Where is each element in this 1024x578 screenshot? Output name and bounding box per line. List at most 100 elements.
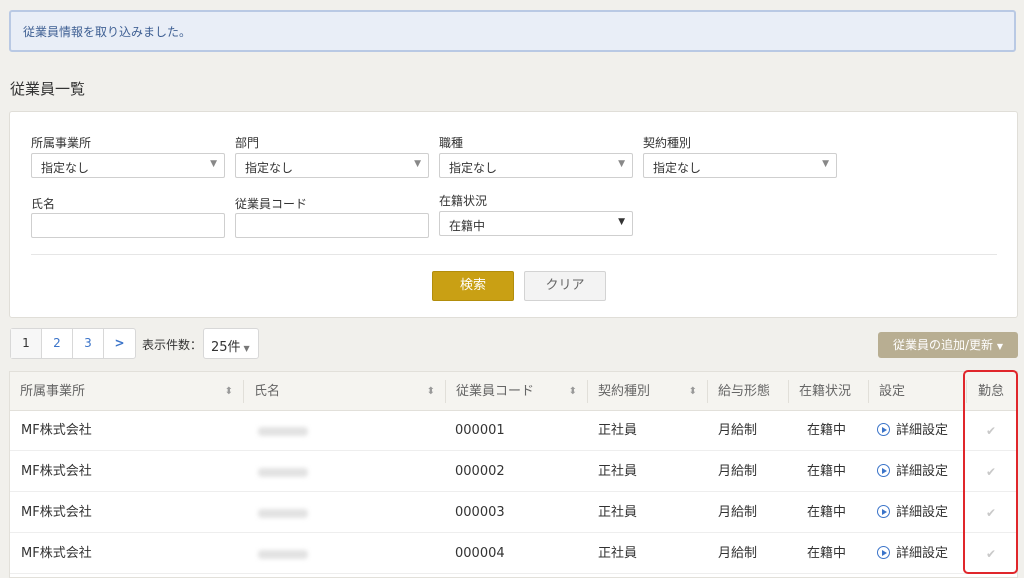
chevron-down-icon: ▼ <box>618 159 625 169</box>
contract-type-select-value: 指定なし <box>653 161 702 175</box>
page-2-link[interactable]: 2 <box>42 329 73 358</box>
table-row: MF株式会社 000003 正社員 月給制 在籍中 詳細設定 ✔ <box>10 493 1017 533</box>
job-type-select-value: 指定なし <box>449 161 498 175</box>
col-status-header: 在籍状況 <box>799 384 852 399</box>
department-select-value: 指定なし <box>245 161 294 175</box>
chevron-down-icon: ▼ <box>210 159 217 169</box>
table-header: 所属事業所 ⬍ 氏名 ⬍ 従業員コード ⬍ 契約種別 ⬍ 給与形態 在籍状況 設定 勤怠 <box>10 372 1017 411</box>
office-cell: MF株式会社 <box>21 505 92 520</box>
play-circle-icon <box>877 464 890 477</box>
name-filter-label: 氏名 <box>31 197 56 211</box>
search-button[interactable]: 検索 <box>432 271 514 301</box>
enrollment-select[interactable]: 在籍中 ▼ <box>439 211 633 236</box>
detail-settings-link[interactable]: 詳細設定 <box>877 411 948 451</box>
col-settings-header: 設定 <box>879 384 906 399</box>
import-success-alert: 従業員情報を取り込みました。 <box>9 10 1016 52</box>
enrollment-select-value: 在籍中 <box>449 219 486 233</box>
detail-settings-label: 詳細設定 <box>896 423 949 438</box>
attendance-column-highlight <box>963 370 1018 574</box>
office-select[interactable]: 指定なし ▼ <box>31 153 225 178</box>
filter-divider <box>31 254 997 255</box>
name-input[interactable] <box>31 213 225 238</box>
detail-settings-link[interactable]: 詳細設定 <box>877 452 948 492</box>
sort-icon: ⬍ <box>426 386 435 397</box>
add-update-employee-label: 従業員の追加/更新 <box>892 338 994 352</box>
employee-code-filter-label: 従業員コード <box>235 197 308 211</box>
department-select[interactable]: 指定なし ▼ <box>235 153 429 178</box>
contract-cell: 正社員 <box>598 464 638 479</box>
office-filter-label: 所属事業所 <box>31 136 92 150</box>
per-page-label: 表示件数： <box>142 338 203 352</box>
status-cell: 在籍中 <box>807 546 847 561</box>
code-cell: 000001 <box>455 423 505 438</box>
contract-type-filter-label: 契約種別 <box>643 136 692 150</box>
contract-type-select[interactable]: 指定なし ▼ <box>643 153 837 178</box>
code-cell: 000003 <box>455 505 505 520</box>
alert-message: 従業員情報を取り込みました。 <box>23 25 192 39</box>
contract-cell: 正社員 <box>598 546 638 561</box>
chevron-down-icon: ▼ <box>243 344 250 353</box>
pay-cell: 月給制 <box>718 464 758 479</box>
col-contract-label: 契約種別 <box>598 384 651 399</box>
enrollment-filter-label: 在籍状況 <box>439 194 488 208</box>
employee-code-input[interactable] <box>235 213 429 238</box>
col-code-header[interactable]: 従業員コード ⬍ <box>446 372 587 411</box>
play-circle-icon <box>877 546 890 559</box>
col-office-label: 所属事業所 <box>20 384 86 399</box>
chevron-down-icon: ▼ <box>822 159 829 169</box>
pay-cell: 月給制 <box>718 423 758 438</box>
detail-settings-label: 詳細設定 <box>896 464 949 479</box>
job-type-select[interactable]: 指定なし ▼ <box>439 153 633 178</box>
clear-button[interactable]: クリア <box>524 271 606 301</box>
table-row: MF株式会社 000001 正社員 月給制 在籍中 詳細設定 ✔ <box>10 411 1017 451</box>
status-cell: 在籍中 <box>807 423 847 438</box>
col-name-header[interactable]: 氏名 ⬍ <box>244 372 445 411</box>
col-code-label: 従業員コード <box>456 384 535 399</box>
detail-settings-link[interactable]: 詳細設定 <box>877 534 948 574</box>
page-3-link[interactable]: 3 <box>73 329 104 358</box>
status-cell: 在籍中 <box>807 505 847 520</box>
detail-settings-link[interactable]: 詳細設定 <box>877 493 948 533</box>
pagination: 1 2 3 > <box>10 328 136 359</box>
pay-cell: 月給制 <box>718 546 758 561</box>
table-row: MF株式会社 000002 正社員 月給制 在籍中 詳細設定 ✔ <box>10 452 1017 492</box>
status-cell: 在籍中 <box>807 464 847 479</box>
employee-table: 所属事業所 ⬍ 氏名 ⬍ 従業員コード ⬍ 契約種別 ⬍ 給与形態 在籍状況 設定 勤怠… <box>9 371 1018 578</box>
page-1-link[interactable]: 1 <box>11 329 42 358</box>
job-type-filter-label: 職種 <box>439 136 464 150</box>
sort-icon: ⬍ <box>568 386 577 397</box>
pay-cell: 月給制 <box>718 505 758 520</box>
chevron-down-icon: ▼ <box>996 342 1004 351</box>
per-page-select[interactable]: 25件 ▼ <box>203 328 259 359</box>
add-update-employee-button[interactable]: 従業員の追加/更新 ▼ <box>878 332 1018 358</box>
name-cell-redacted <box>258 468 308 477</box>
table-row: MF株式会社 000004 正社員 月給制 在籍中 詳細設定 ✔ <box>10 534 1017 574</box>
filter-panel: 所属事業所 指定なし ▼ 部門 指定なし ▼ 職種 指定なし ▼ 契約種別 指定… <box>9 111 1018 318</box>
department-filter-label: 部門 <box>235 136 260 150</box>
code-cell: 000002 <box>455 464 505 479</box>
code-cell: 000004 <box>455 546 505 561</box>
col-pay-header: 給与形態 <box>718 384 771 399</box>
office-cell: MF株式会社 <box>21 464 92 479</box>
play-circle-icon <box>877 423 890 436</box>
chevron-down-icon: ▼ <box>618 217 625 227</box>
detail-settings-label: 詳細設定 <box>896 546 949 561</box>
office-cell: MF株式会社 <box>21 546 92 561</box>
detail-settings-label: 詳細設定 <box>896 505 949 520</box>
sort-icon: ⬍ <box>688 386 697 397</box>
contract-cell: 正社員 <box>598 423 638 438</box>
col-contract-header[interactable]: 契約種別 ⬍ <box>588 372 707 411</box>
office-select-value: 指定なし <box>41 161 90 175</box>
per-page-value: 25件 <box>211 340 241 355</box>
next-page-link[interactable]: > <box>104 329 135 358</box>
contract-cell: 正社員 <box>598 505 638 520</box>
col-name-label: 氏名 <box>254 384 281 399</box>
name-cell-redacted <box>258 509 308 518</box>
name-cell-redacted <box>258 427 308 436</box>
play-circle-icon <box>877 505 890 518</box>
chevron-down-icon: ▼ <box>414 159 421 169</box>
col-office-header[interactable]: 所属事業所 ⬍ <box>10 372 243 411</box>
office-cell: MF株式会社 <box>21 423 92 438</box>
name-cell-redacted <box>258 550 308 559</box>
sort-icon: ⬍ <box>224 386 233 397</box>
